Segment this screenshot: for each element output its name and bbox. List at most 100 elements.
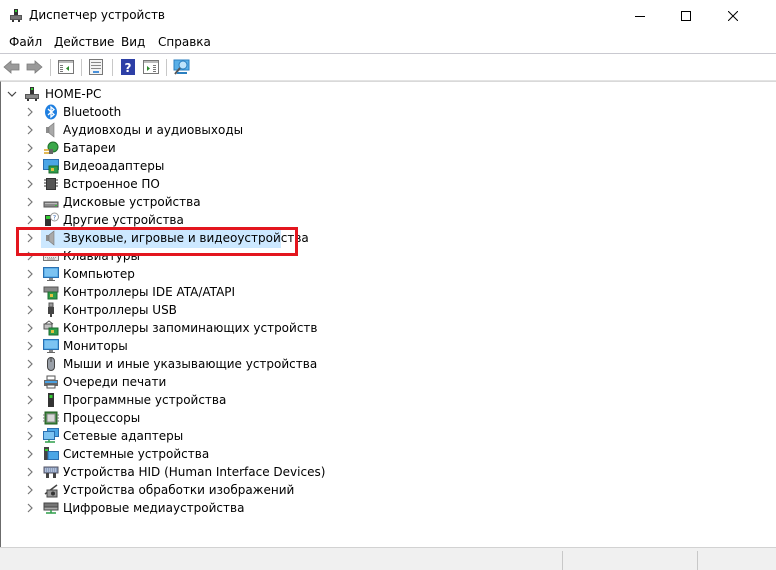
tree-item-label: Дисковые устройства (63, 195, 201, 209)
chevron-right-icon[interactable] (25, 178, 35, 190)
chevron-right-icon[interactable] (25, 322, 35, 334)
tree-item-label: Bluetooth (63, 105, 122, 119)
tree-root[interactable]: HOME-PC (1, 85, 201, 103)
menu-help[interactable]: Справка (158, 35, 211, 49)
tree-item[interactable]: Системные устройства (1, 445, 321, 463)
close-button[interactable] (710, 0, 756, 31)
forward-arrow-icon[interactable] (25, 58, 43, 76)
chevron-right-icon[interactable] (25, 412, 35, 424)
chevron-right-icon[interactable] (25, 430, 35, 442)
tree-item-label: Батареи (63, 141, 116, 155)
chevron-right-icon[interactable] (25, 340, 35, 352)
tree-item-label: Системные устройства (63, 447, 210, 461)
system-devices-icon (44, 447, 59, 460)
svg-text:?: ? (53, 215, 56, 222)
status-separator (697, 551, 698, 570)
tree-item[interactable]: Контроллеры запоминающих устройств (1, 319, 321, 337)
scan-hardware-icon[interactable] (173, 58, 191, 76)
tree-item-label: Мониторы (63, 339, 128, 353)
tree-item-label: Контроллеры запоминающих устройств (63, 321, 318, 335)
toolbar-separator (112, 59, 113, 76)
chevron-right-icon[interactable] (25, 466, 35, 478)
chevron-right-icon[interactable] (25, 106, 35, 118)
minimize-icon (635, 15, 645, 17)
tree-item-label: Контроллеры IDE ATA/ATAPI (63, 285, 236, 299)
tree-item[interactable]: Мыши и иные указывающие устройства (1, 355, 321, 373)
tree-item-label: Встроенное ПО (63, 177, 160, 191)
title-bar: Диспетчер устройств (0, 0, 776, 31)
tree-item[interactable]: Сетевые адаптеры (1, 427, 321, 445)
display-adapter-icon (43, 159, 59, 174)
tree-item-label: Компьютер (63, 267, 135, 281)
speaker-icon (46, 122, 55, 138)
tree-item-label: Процессоры (63, 411, 141, 425)
unknown-device-icon: ? (45, 212, 59, 226)
chevron-right-icon[interactable] (25, 448, 35, 460)
tree-item[interactable]: Компьютер (1, 265, 321, 283)
tree-item[interactable]: Видеоадаптеры (1, 157, 321, 175)
usb-icon (48, 302, 54, 317)
chevron-right-icon[interactable] (25, 286, 35, 298)
minimize-button[interactable] (617, 0, 663, 31)
menu-action[interactable]: Действие (54, 35, 114, 49)
network-adapter-icon (43, 428, 59, 443)
chevron-right-icon[interactable] (25, 484, 35, 496)
tree-item[interactable]: Контроллеры USB (1, 301, 321, 319)
properties-icon[interactable] (87, 58, 105, 76)
chevron-right-icon[interactable] (25, 214, 35, 226)
menu-view[interactable]: Вид (121, 35, 145, 49)
tree-item[interactable]: Цифровые медиаустройства (1, 499, 321, 517)
hid-icon (43, 466, 59, 478)
media-device-icon (43, 502, 59, 514)
chevron-right-icon[interactable] (25, 394, 35, 406)
chevron-right-icon[interactable] (25, 196, 35, 208)
tree-item-label: Видеоадаптеры (63, 159, 165, 173)
maximize-button[interactable] (663, 0, 709, 31)
tree-item-label: Сетевые адаптеры (63, 429, 184, 443)
chevron-right-icon[interactable] (25, 160, 35, 172)
menu-file[interactable]: Файл (9, 35, 42, 49)
chevron-right-icon[interactable] (25, 502, 35, 514)
ide-controller-icon (43, 286, 59, 300)
computer-icon (25, 87, 39, 101)
processor-icon (43, 411, 59, 425)
chevron-right-icon[interactable] (25, 124, 35, 136)
chevron-right-icon[interactable] (25, 268, 35, 280)
chevron-right-icon[interactable] (25, 304, 35, 316)
toolbar: ? (0, 54, 776, 81)
close-icon (728, 10, 738, 21)
tree-item[interactable]: Программные устройства (1, 391, 321, 409)
chevron-down-icon[interactable] (7, 88, 17, 100)
tree-root-label: HOME-PC (45, 87, 102, 101)
back-arrow-icon[interactable] (3, 58, 21, 76)
maximize-icon (681, 10, 691, 21)
chevron-right-icon[interactable] (25, 358, 35, 370)
tree-item[interactable]: Bluetooth (1, 103, 321, 121)
device-manager-icon (10, 9, 22, 22)
tree-item-label: Контроллеры USB (63, 303, 177, 317)
toolbar-separator (81, 59, 82, 76)
action-pane-icon[interactable] (142, 58, 160, 76)
tree-item[interactable]: Контроллеры IDE ATA/ATAPI (1, 283, 321, 301)
tree-item[interactable]: Встроенное ПО (1, 175, 321, 193)
tree-item[interactable]: Аудиовходы и аудиовыходы (1, 121, 321, 139)
firmware-chip-icon (44, 178, 58, 190)
tree-item[interactable]: Устройства HID (Human Interface Devices) (1, 463, 325, 481)
tree-item-label: Очереди печати (63, 375, 167, 389)
status-bar (0, 547, 776, 570)
tree-item[interactable]: Батареи (1, 139, 321, 157)
chevron-right-icon[interactable] (25, 376, 35, 388)
tree-item[interactable]: Процессоры (1, 409, 321, 427)
camera-icon (44, 484, 58, 498)
disk-drive-icon (43, 201, 59, 208)
tree-item[interactable]: Очереди печати (1, 373, 321, 391)
tree-item-label: Устройства HID (Human Interface Devices) (63, 465, 326, 479)
tree-item[interactable]: Устройства обработки изображений (1, 481, 321, 499)
chevron-right-icon[interactable] (25, 142, 35, 154)
show-hide-console-tree-icon[interactable] (57, 58, 75, 76)
software-device-icon (48, 393, 54, 407)
tree-item[interactable]: Мониторы (1, 337, 321, 355)
menu-bar: Файл Действие Вид Справка (0, 31, 776, 54)
help-icon[interactable]: ? (119, 58, 137, 76)
tree-item[interactable]: Дисковые устройства (1, 193, 321, 211)
